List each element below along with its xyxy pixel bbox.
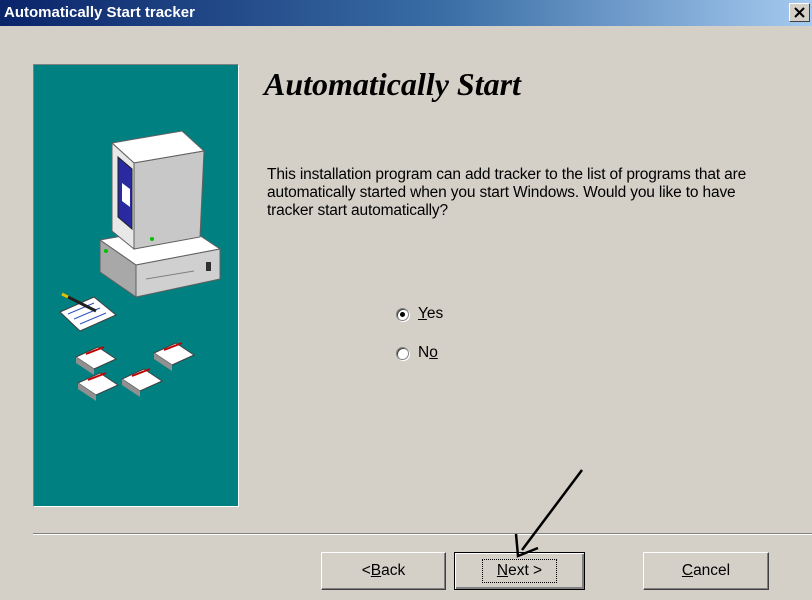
radio-yes[interactable] bbox=[396, 307, 409, 321]
option-no[interactable]: No bbox=[396, 343, 438, 363]
radio-selected-dot bbox=[400, 311, 405, 317]
title-bar[interactable]: Automatically Start tracker bbox=[0, 0, 812, 26]
floppy-disk-icon bbox=[76, 372, 120, 401]
back-button[interactable]: < Back bbox=[321, 552, 446, 590]
pointer-arrow-icon bbox=[514, 469, 583, 558]
close-icon bbox=[794, 7, 805, 18]
cancel-button[interactable]: Cancel bbox=[643, 552, 769, 590]
computer-illustration bbox=[59, 130, 222, 401]
floppy-disk-icon bbox=[152, 342, 196, 371]
wizard-heading: Automatically Start bbox=[264, 66, 521, 102]
floppy-disk-icon bbox=[120, 368, 164, 397]
option-yes[interactable]: Yes bbox=[396, 304, 443, 324]
wizard-body: Automatically Start This installation pr… bbox=[0, 26, 812, 600]
button-divider bbox=[33, 533, 812, 535]
wizard-side-panel bbox=[33, 64, 239, 507]
radio-no[interactable] bbox=[396, 346, 409, 360]
notepad-icon bbox=[59, 292, 117, 332]
floppy-disk-icon bbox=[74, 346, 118, 375]
option-no-label: No bbox=[418, 344, 438, 361]
monitor-icon bbox=[110, 130, 206, 251]
wizard-description: This installation program can add tracke… bbox=[267, 166, 747, 219]
option-yes-label: Yes bbox=[418, 305, 444, 322]
close-button[interactable] bbox=[789, 3, 810, 22]
window-title: Automatically Start tracker bbox=[4, 4, 195, 21]
